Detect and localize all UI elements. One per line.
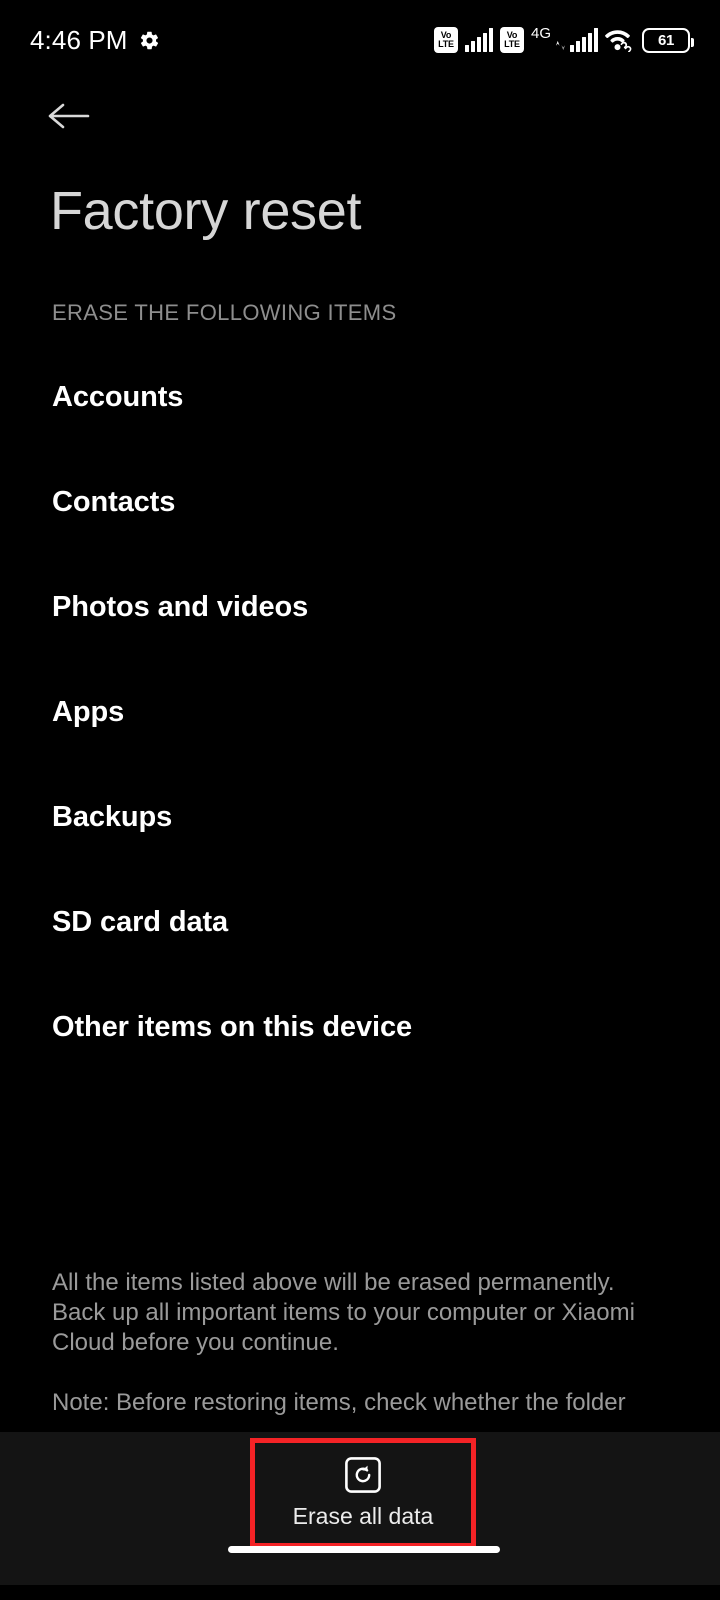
volte-sim2-bottom: LTE	[504, 39, 520, 49]
list-item: Accounts	[52, 380, 184, 413]
list-item: SD card data	[52, 905, 229, 938]
status-bar-left: 4:46 PM	[30, 25, 160, 56]
battery-icon: 61	[642, 27, 694, 53]
list-item: Photos and videos	[52, 590, 309, 623]
footer-paragraph: All the items listed above will be erase…	[52, 1269, 635, 1356]
signal-sim2-group: 4G	[530, 25, 598, 52]
erase-all-data-label: Erase all data	[292, 1503, 434, 1529]
erase-all-data-button[interactable]: Erase all data	[250, 1438, 476, 1548]
battery-percent-label: 61	[657, 31, 675, 49]
volte-sim1-bottom: LTE	[438, 39, 454, 49]
signal-bars-sim2-icon	[570, 28, 598, 52]
network-type-label: 4G	[530, 25, 551, 42]
wifi-icon	[605, 28, 635, 53]
data-transfer-arrows-icon	[555, 40, 566, 51]
section-heading: ERASE THE FOLLOWING ITEMS	[52, 300, 397, 325]
home-indicator[interactable]	[228, 1546, 500, 1553]
list-item: Other items on this device	[52, 1010, 412, 1043]
bottom-action-bar: Erase all data	[0, 1432, 720, 1585]
status-clock: 4:46 PM	[30, 24, 128, 55]
erase-items-list: Accounts Contacts Photos and videos Apps…	[52, 378, 672, 1113]
footer-note-clipped: Note: Before restoring items, check whet…	[52, 1389, 626, 1416]
gesture-nav-zone	[0, 1585, 720, 1600]
footer-notes: All the items listed above will be erase…	[52, 1268, 652, 1418]
list-item: Backups	[52, 800, 173, 833]
volte-sim1-icon: Vo LTE	[433, 27, 458, 53]
back-button[interactable]	[36, 88, 102, 144]
list-item: Contacts	[52, 485, 176, 518]
page-title: Factory reset	[50, 181, 362, 241]
volte-sim2-icon: Vo LTE	[499, 27, 524, 53]
arrow-left-icon	[47, 101, 91, 131]
status-bar-right: Vo LTE Vo LTE 4G 61	[433, 25, 694, 53]
gear-icon	[139, 30, 160, 51]
signal-bars-sim1-icon	[464, 28, 493, 52]
status-bar: 4:46 PM Vo LTE Vo LTE 4G 61	[0, 0, 720, 80]
reset-restore-icon	[344, 1456, 382, 1494]
list-item: Apps	[52, 695, 125, 728]
